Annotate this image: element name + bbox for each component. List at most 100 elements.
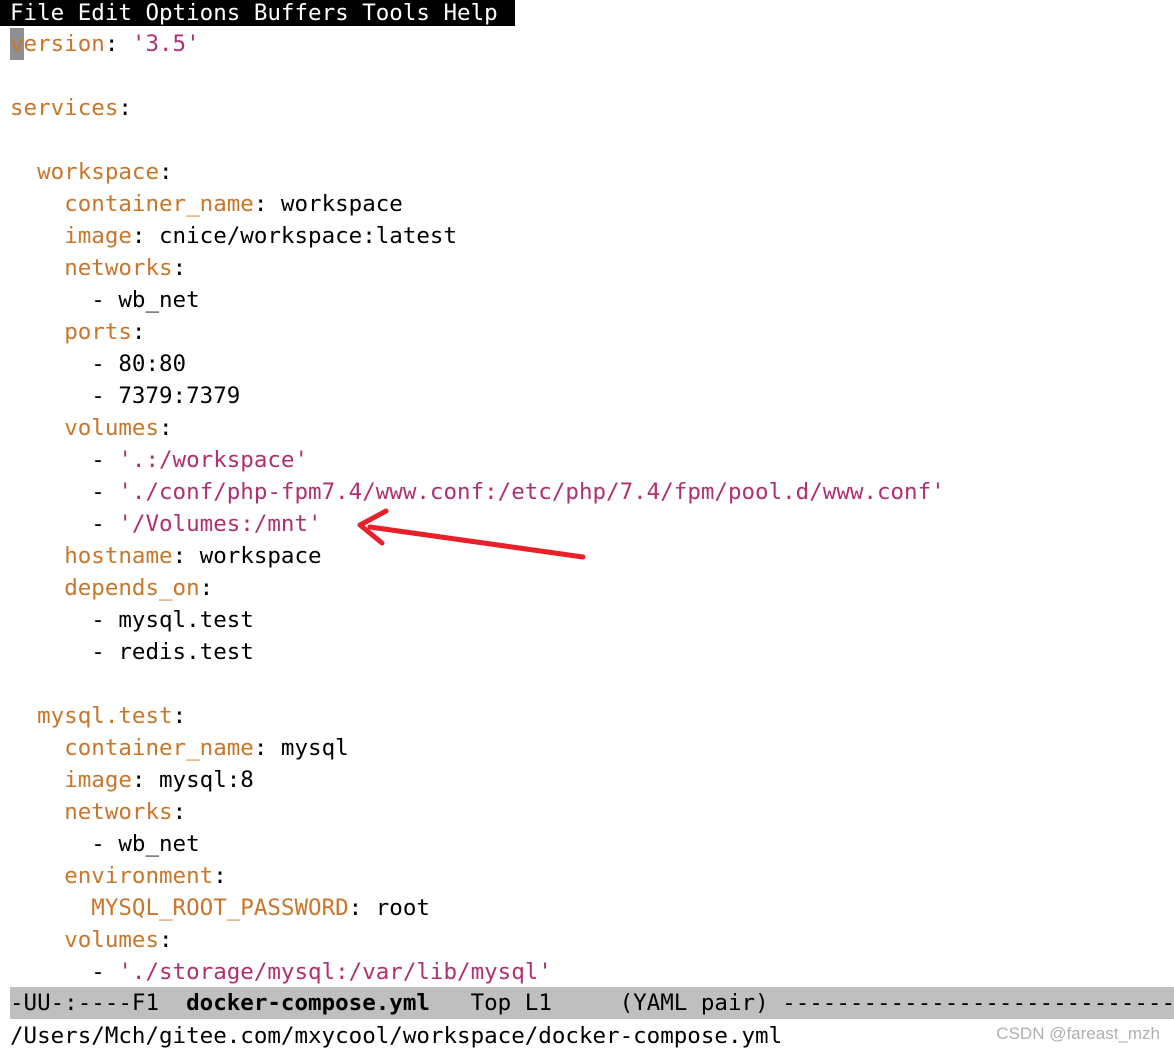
code-line[interactable]: - 80:80 <box>10 348 1174 380</box>
code-line[interactable]: environment: <box>10 860 1174 892</box>
code-line[interactable]: version: '3.5' <box>10 28 1174 60</box>
code-line[interactable]: - wb_net <box>10 828 1174 860</box>
yaml-text <box>10 415 64 441</box>
yaml-string: './conf/php-fpm7.4/www.conf:/etc/php/7.4… <box>118 479 945 505</box>
yaml-text: - <box>10 479 119 505</box>
yaml-text <box>10 927 64 953</box>
yaml-text <box>10 735 64 761</box>
menu-item-edit[interactable]: Edit <box>78 0 132 26</box>
code-line[interactable] <box>10 60 1174 92</box>
yaml-text: : <box>159 927 173 953</box>
yaml-text: : <box>159 159 173 185</box>
code-line[interactable]: MYSQL_ROOT_PASSWORD: root <box>10 892 1174 924</box>
yaml-text: : <box>172 799 187 825</box>
code-line[interactable]: - 7379:7379 <box>10 380 1174 412</box>
code-line[interactable]: - wb_net <box>10 284 1174 316</box>
yaml-text: - <box>10 447 119 473</box>
code-line[interactable]: - './conf/php-fpm7.4/www.conf:/etc/php/7… <box>10 476 1174 508</box>
yaml-text <box>10 223 64 249</box>
yaml-text: - <box>10 959 119 985</box>
yaml-key: workspace <box>37 159 160 185</box>
code-line[interactable]: ports: <box>10 316 1174 348</box>
yaml-text <box>10 319 64 345</box>
code-line[interactable]: workspace: <box>10 156 1174 188</box>
yaml-text: : <box>118 95 132 121</box>
yaml-text: - wb_net <box>10 287 200 313</box>
code-line[interactable]: - mysql.test <box>10 604 1174 636</box>
yaml-text <box>10 703 37 729</box>
menu-item-buffers[interactable]: Buffers <box>254 0 349 26</box>
yaml-string: '.:/workspace' <box>118 447 309 473</box>
yaml-text <box>10 575 64 601</box>
yaml-key: container_name <box>64 735 254 761</box>
yaml-text: : <box>172 255 187 281</box>
yaml-text: - 7379:7379 <box>10 383 241 409</box>
code-line[interactable]: container_name: workspace <box>10 188 1174 220</box>
yaml-text <box>10 191 64 217</box>
yaml-string: '/Volumes:/mnt' <box>118 511 322 537</box>
yaml-text: - wb_net <box>10 831 200 857</box>
menu-item-tools[interactable]: Tools <box>362 0 430 26</box>
yaml-text: - 80:80 <box>10 351 187 377</box>
code-line[interactable]: container_name: mysql <box>10 732 1174 764</box>
yaml-key: mysql.test <box>37 703 173 729</box>
yaml-text <box>10 863 64 889</box>
yaml-text: : workspace <box>172 543 322 569</box>
code-line[interactable]: networks: <box>10 252 1174 284</box>
code-line[interactable] <box>10 124 1174 156</box>
yaml-text: : workspace <box>253 191 403 217</box>
yaml-key: depends_on <box>64 575 200 601</box>
yaml-text: : mysql:8 <box>131 767 254 793</box>
yaml-string: './storage/mysql:/var/lib/mysql' <box>118 959 552 985</box>
yaml-text <box>10 799 64 825</box>
yaml-text <box>10 255 64 281</box>
yaml-text <box>10 159 37 185</box>
modeline-status: -UU-:----F1 <box>10 990 187 1016</box>
yaml-text <box>10 767 64 793</box>
text-cursor: v <box>10 28 24 60</box>
code-line[interactable]: services: <box>10 92 1174 124</box>
code-line[interactable]: networks: <box>10 796 1174 828</box>
modeline-buffer-name[interactable]: docker-compose.yml <box>186 990 430 1016</box>
code-line[interactable]: - redis.test <box>10 636 1174 668</box>
yaml-text: - mysql.test <box>10 607 254 633</box>
minibuffer[interactable]: /Users/Mch/gitee.com/mxycool/workspace/d… <box>10 1020 782 1052</box>
code-line[interactable]: image: cnice/workspace:latest <box>10 220 1174 252</box>
yaml-key: volumes <box>64 927 160 953</box>
mode-line: -UU-:----F1 docker-compose.yml Top L1 (Y… <box>10 987 1174 1019</box>
yaml-text: : <box>172 703 187 729</box>
code-line[interactable]: volumes: <box>10 924 1174 956</box>
menu-bar: File Edit Options Buffers Tools Help <box>0 0 515 26</box>
yaml-string: '3.5' <box>131 31 200 57</box>
yaml-key: hostname <box>64 543 173 569</box>
yaml-key: ersion <box>23 31 105 57</box>
code-line[interactable]: - './storage/mysql:/var/lib/mysql' <box>10 956 1174 986</box>
yaml-text: : mysql <box>253 735 349 761</box>
yaml-text: : root <box>348 895 430 921</box>
code-line[interactable]: depends_on: <box>10 572 1174 604</box>
modeline-major-mode[interactable]: (YAML pair) <box>620 990 783 1016</box>
yaml-key: environment <box>64 863 214 889</box>
code-line[interactable] <box>10 668 1174 700</box>
yaml-text: : <box>213 863 227 889</box>
code-line[interactable]: volumes: <box>10 412 1174 444</box>
menu-item-file[interactable]: File <box>10 0 64 26</box>
menu-item-help[interactable]: Help <box>444 0 498 26</box>
yaml-text: : <box>159 415 173 441</box>
yaml-text: - <box>10 511 119 537</box>
yaml-key: image <box>64 223 132 249</box>
yaml-text: : <box>199 575 214 601</box>
watermark: CSDN @fareast_mzh <box>996 1024 1160 1043</box>
modeline-position: Top L1 <box>429 990 620 1016</box>
yaml-key: networks <box>64 255 173 281</box>
yaml-text <box>10 543 64 569</box>
yaml-key: volumes <box>64 415 160 441</box>
yaml-key: services <box>10 95 119 121</box>
yaml-text: : <box>104 31 132 57</box>
yaml-text: - redis.test <box>10 639 254 665</box>
code-line[interactable]: - '.:/workspace' <box>10 444 1174 476</box>
menu-item-options[interactable]: Options <box>145 0 240 26</box>
code-line[interactable]: image: mysql:8 <box>10 764 1174 796</box>
yaml-key: container_name <box>64 191 254 217</box>
code-line[interactable]: mysql.test: <box>10 700 1174 732</box>
